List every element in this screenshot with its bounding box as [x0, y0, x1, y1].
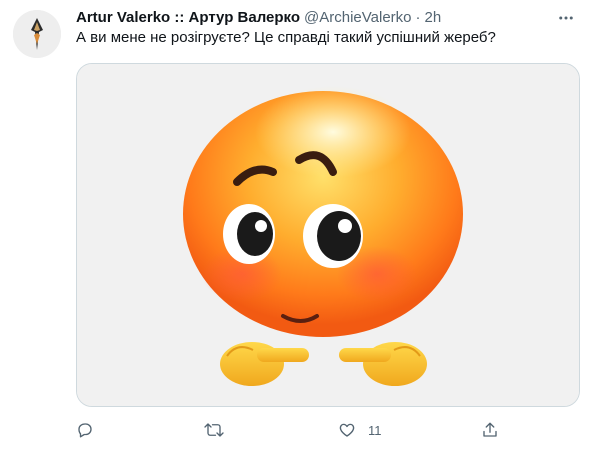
avatar[interactable]	[13, 10, 61, 58]
share-button[interactable]	[481, 419, 511, 441]
user-handle[interactable]: @ArchieValerko	[304, 8, 412, 28]
tweet-header: Artur Valerko :: Артур Валерко @ArchieVa…	[76, 8, 576, 28]
reply-icon	[78, 423, 92, 438]
like-button[interactable]: 11	[338, 419, 382, 441]
retweet-icon	[204, 423, 224, 437]
tweet-actions: 11	[76, 419, 506, 441]
heart-icon	[339, 423, 355, 437]
avatar-image	[13, 10, 61, 58]
timestamp[interactable]: 2h	[425, 8, 442, 28]
reply-button[interactable]	[76, 419, 106, 441]
tweet-text: А ви мене не розігруєте? Це справді таки…	[76, 29, 496, 46]
separator-dot: ·	[415, 9, 421, 26]
tweet-media[interactable]	[76, 63, 580, 407]
like-count: 11	[368, 422, 382, 438]
more-horizontal-icon[interactable]	[556, 8, 576, 28]
tweet: Artur Valerko :: Артур Валерко @ArchieVa…	[0, 0, 591, 450]
display-name[interactable]: Artur Valerko :: Артур Валерко	[76, 8, 300, 28]
emoji-image	[77, 64, 579, 406]
share-icon	[483, 422, 497, 437]
retweet-button[interactable]	[204, 419, 236, 441]
